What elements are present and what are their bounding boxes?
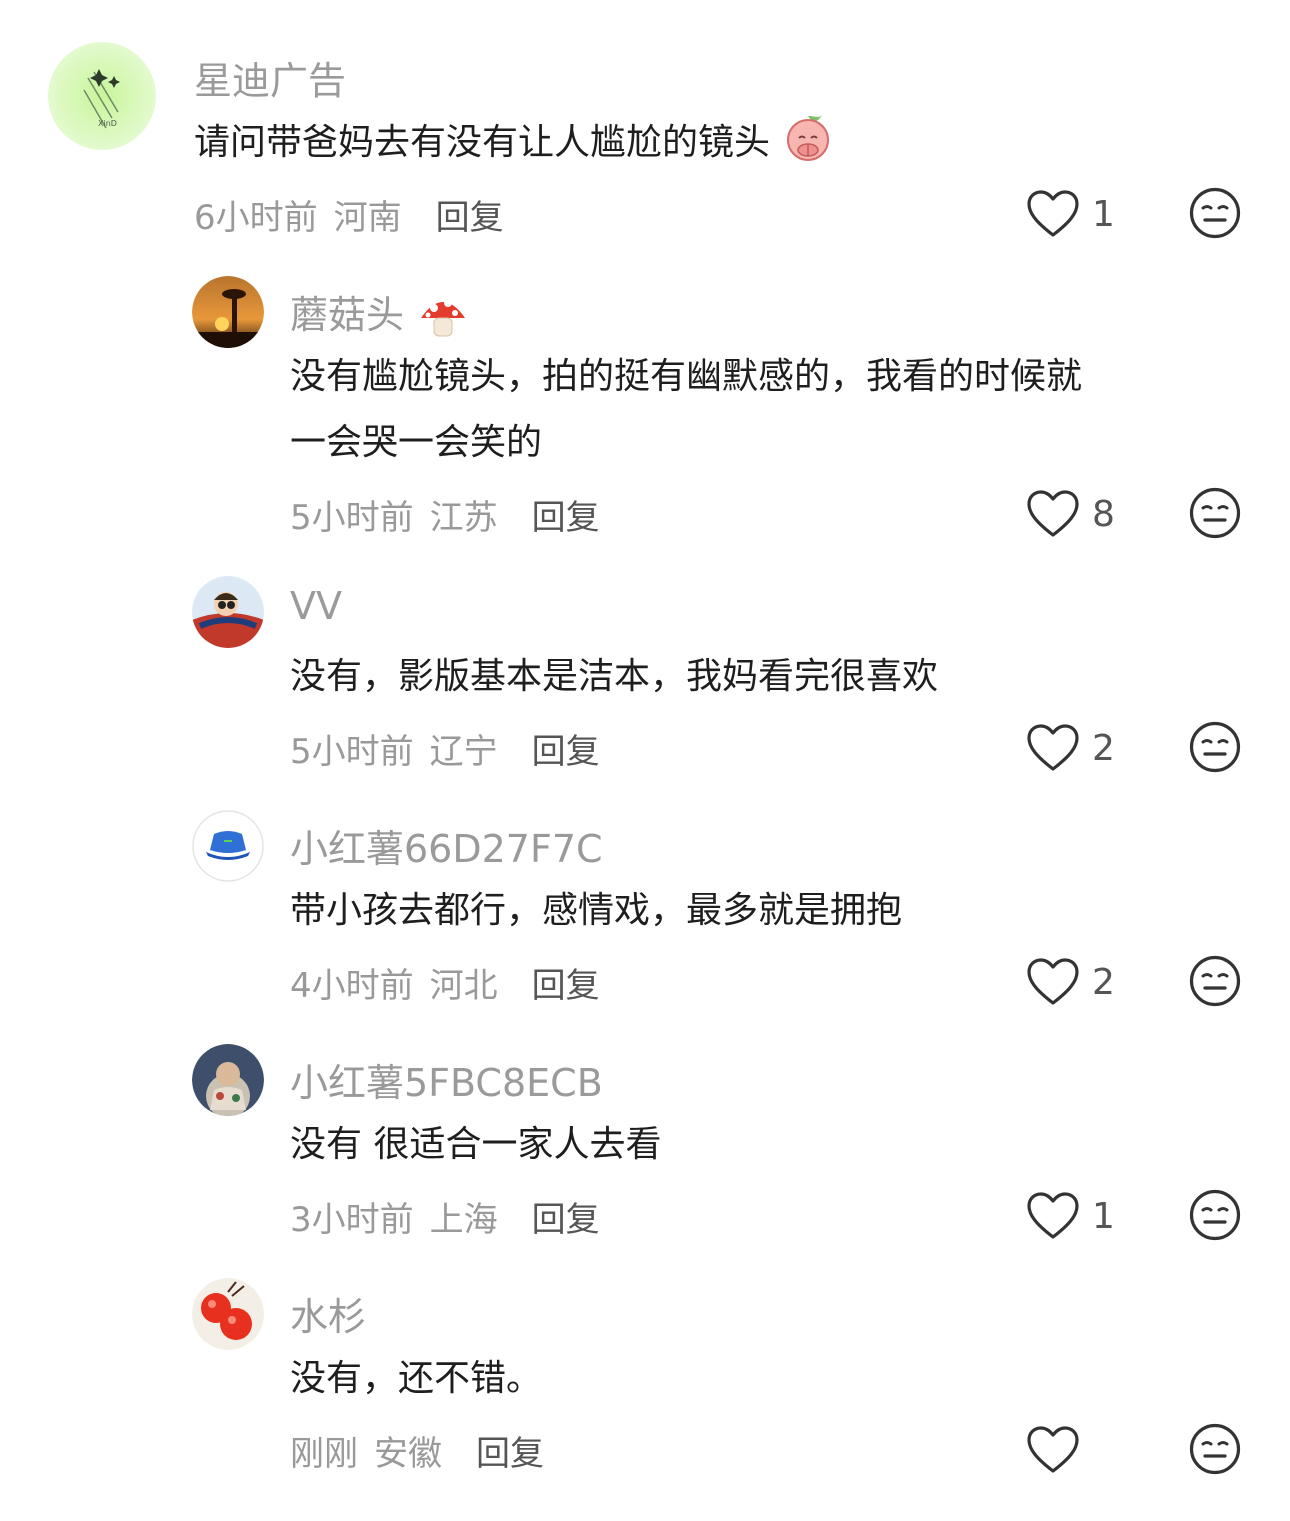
like-count: 2: [1092, 727, 1115, 769]
username[interactable]: 小红薯5FBC8ECB: [290, 1052, 603, 1107]
timestamp: 3小时前: [290, 1200, 414, 1240]
region: 辽宁: [429, 732, 498, 772]
region: 河南: [333, 198, 402, 238]
comment-meta: 3小时前 上海 回复: [290, 1192, 600, 1241]
like-count: 1: [1092, 1195, 1115, 1237]
comment-text: 请问带爸妈去有没有让人尴尬的镜头: [194, 110, 835, 178]
username[interactable]: VV: [290, 584, 342, 628]
region: 上海: [429, 1200, 498, 1240]
mushroom-emoji: [416, 292, 470, 343]
reply-button[interactable]: 回复: [532, 498, 600, 538]
timestamp: 5小时前: [290, 498, 414, 538]
region: 江苏: [429, 498, 498, 538]
comment-meta: 5小时前 辽宁 回复: [290, 724, 600, 773]
reply-button[interactable]: 回复: [532, 966, 600, 1006]
avatar[interactable]: XinD: [48, 42, 156, 150]
comment-meta: 6小时前 河南 回复: [194, 190, 504, 239]
neutral-face-icon: [1189, 955, 1241, 1007]
username[interactable]: 星迪广告: [194, 50, 346, 105]
avatar[interactable]: [192, 576, 264, 648]
avatar[interactable]: [192, 1278, 264, 1350]
username[interactable]: 蘑菇头: [290, 284, 470, 343]
avatar[interactable]: [192, 1044, 264, 1116]
heart-outline-icon: [1027, 1426, 1079, 1473]
comment-text: 没有尴尬镜头，拍的挺有幽默感的，我看的时候就 一会哭一会笑的: [290, 356, 1083, 463]
comment-meta: 4小时前 河北 回复: [290, 958, 600, 1007]
like-button[interactable]: 2: [1026, 954, 1115, 1010]
like-button[interactable]: 1: [1026, 1188, 1115, 1244]
dislike-button[interactable]: [1188, 1422, 1242, 1476]
like-count: 8: [1092, 493, 1115, 535]
heart-outline-icon: [1027, 190, 1079, 237]
like-button[interactable]: 2: [1026, 720, 1115, 776]
heart-outline-icon: [1027, 958, 1079, 1005]
like-button[interactable]: 1: [1026, 186, 1115, 242]
comment-meta: 5小时前 江苏 回复: [290, 490, 600, 539]
svg-text:XinD: XinD: [98, 119, 117, 128]
region: 河北: [429, 966, 498, 1006]
timestamp: 4小时前: [290, 966, 414, 1006]
reply-button[interactable]: 回复: [476, 1434, 544, 1474]
neutral-face-icon: [1189, 721, 1241, 773]
timestamp: 刚刚: [290, 1434, 358, 1474]
dislike-button[interactable]: [1188, 486, 1242, 540]
avatar[interactable]: [192, 810, 264, 882]
timestamp: 5小时前: [290, 732, 414, 772]
username[interactable]: 小红薯66D27F7C: [290, 818, 603, 873]
neutral-face-icon: [1189, 187, 1241, 239]
dislike-button[interactable]: [1188, 186, 1242, 240]
like-button[interactable]: 8: [1026, 486, 1115, 542]
reply-button[interactable]: 回复: [436, 198, 504, 238]
like-count: 2: [1092, 961, 1115, 1003]
comment-text: 没有，还不错。: [290, 1358, 543, 1399]
heart-outline-icon: [1027, 724, 1079, 771]
dislike-button[interactable]: [1188, 1188, 1242, 1242]
neutral-face-icon: [1189, 1189, 1241, 1241]
reply-button[interactable]: 回复: [532, 1200, 600, 1240]
dislike-button[interactable]: [1188, 720, 1242, 774]
username[interactable]: 水杉: [290, 1286, 366, 1341]
comment-meta: 刚刚 安徽 回复: [290, 1426, 544, 1475]
neutral-face-icon: [1189, 1423, 1241, 1475]
peach-praying-emoji: [781, 110, 835, 178]
like-count: 1: [1092, 193, 1115, 235]
region: 安徽: [374, 1434, 442, 1474]
neutral-face-icon: [1189, 487, 1241, 539]
like-button[interactable]: [1026, 1422, 1092, 1478]
comment-text: 没有，影版基本是洁本，我妈看完很喜欢: [290, 656, 939, 697]
dislike-button[interactable]: [1188, 954, 1242, 1008]
heart-outline-icon: [1027, 1192, 1079, 1239]
comment-text: 没有 很适合一家人去看: [290, 1124, 662, 1165]
avatar[interactable]: [192, 276, 264, 348]
heart-outline-icon: [1027, 490, 1079, 537]
timestamp: 6小时前: [194, 198, 318, 238]
reply-button[interactable]: 回复: [532, 732, 600, 772]
comment-text: 带小孩去都行，感情戏，最多就是拥抱: [290, 890, 903, 931]
